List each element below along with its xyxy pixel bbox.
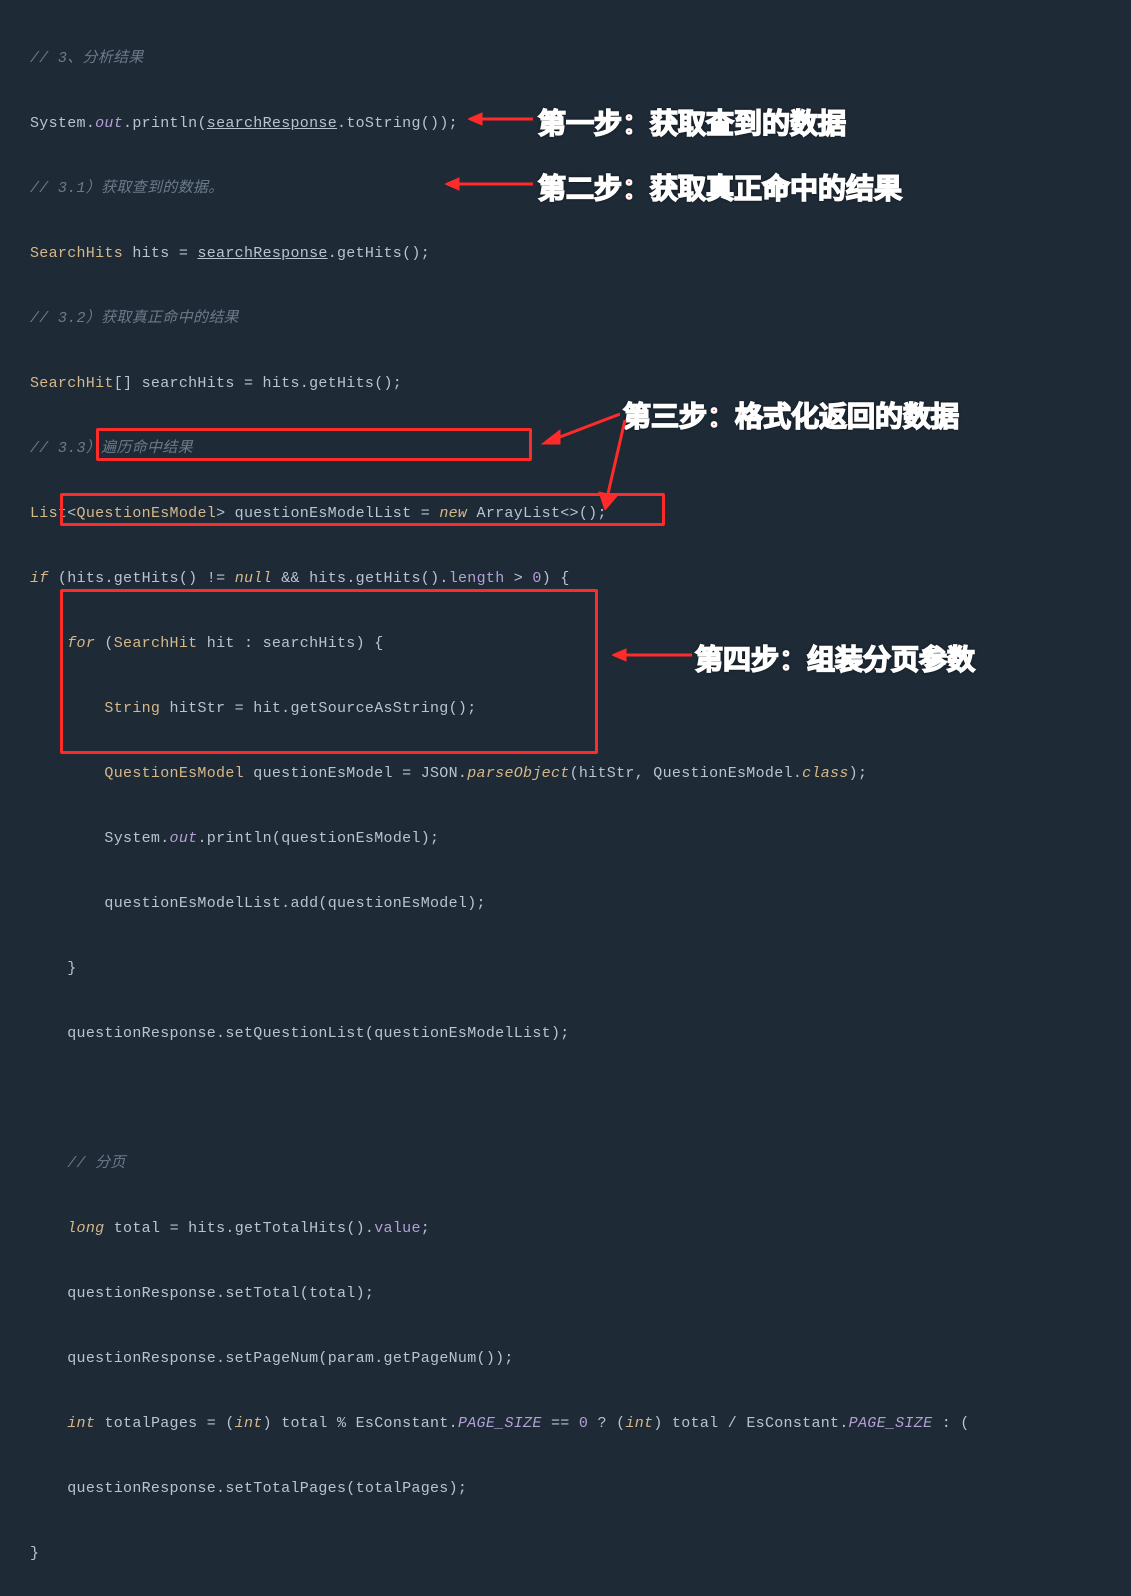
code-line: // 分页 [30, 1148, 1101, 1181]
code-line: } [30, 1538, 1101, 1571]
annotation-step-4: 第四步：组装分页参数 [695, 638, 975, 678]
code-line: questionResponse.setQuestionList(questio… [30, 1018, 1101, 1051]
arrow-icon [612, 647, 692, 663]
code-line: } [30, 953, 1101, 986]
annotation-step-2: 第二步：获取真正命中的结果 [538, 167, 902, 207]
code-line: System.out.println(questionEsModel); [30, 823, 1101, 856]
code-line: SearchHits hits = searchResponse.getHits… [30, 238, 1101, 271]
code-line: // 3、分析结果 [30, 43, 1101, 76]
code-line: // 3.2）获取真正命中的结果 [30, 303, 1101, 336]
code-line: String hitStr = hit.getSourceAsString(); [30, 693, 1101, 726]
code-line: questionResponse.setTotalPages(totalPage… [30, 1473, 1101, 1506]
code-line: questionResponse.setPageNum(param.getPag… [30, 1343, 1101, 1376]
code-line: long total = hits.getTotalHits().value; [30, 1213, 1101, 1246]
arrow-icon [595, 420, 635, 510]
code-line: QuestionEsModel questionEsModel = JSON.p… [30, 758, 1101, 791]
code-line: if (hits.getHits() != null && hits.getHi… [30, 563, 1101, 596]
code-line: questionResponse.setTotal(total); [30, 1278, 1101, 1311]
arrow-icon [468, 111, 533, 127]
code-line [30, 1083, 1101, 1116]
arrow-icon [445, 176, 533, 192]
annotation-step-3: 第三步：格式化返回的数据 [623, 395, 959, 435]
code-line: questionEsModelList.add(questionEsModel)… [30, 888, 1101, 921]
code-line: int totalPages = (int) total % EsConstan… [30, 1408, 1101, 1441]
code-line: List<QuestionEsModel> questionEsModelLis… [30, 498, 1101, 531]
code-editor[interactable]: // 3、分析结果 System.out.println(searchRespo… [0, 0, 1131, 1596]
annotation-step-1: 第一步：获取查到的数据 [538, 102, 846, 142]
